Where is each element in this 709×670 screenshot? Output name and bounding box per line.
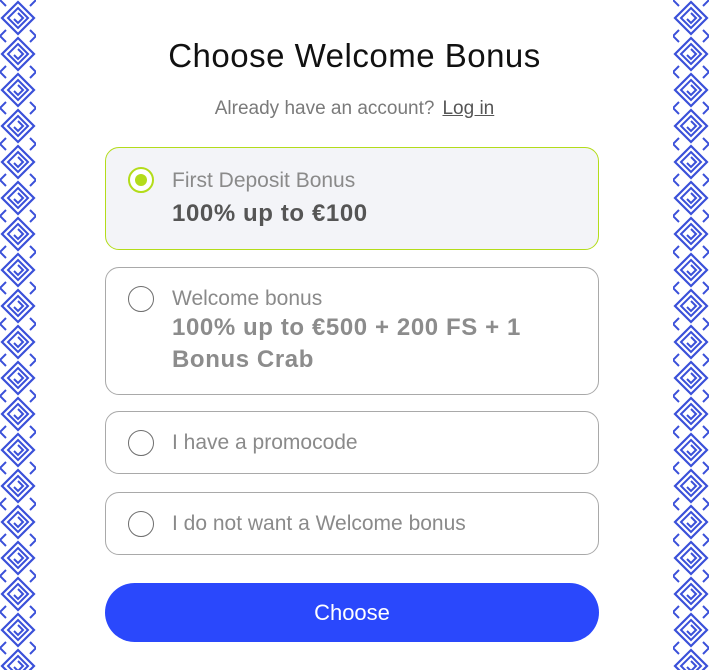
bonus-option-first-deposit[interactable]: First Deposit Bonus 100% up to €100: [105, 147, 599, 250]
radio-dot-icon: [135, 174, 147, 186]
option-label: I do not want a Welcome bonus: [172, 512, 466, 535]
login-prompt-row: Already have an account? Log in: [0, 97, 709, 121]
radio-button-selected[interactable]: [128, 167, 154, 193]
radio-button[interactable]: [128, 511, 154, 537]
radio-button[interactable]: [128, 430, 154, 456]
bonus-option-welcome[interactable]: Welcome bonus 100% up to €500 + 200 FS +…: [105, 267, 599, 395]
bonus-option-promocode[interactable]: I have a promocode: [105, 411, 599, 474]
option-label: First Deposit Bonus: [172, 169, 356, 192]
choose-button[interactable]: Choose: [105, 583, 599, 642]
radio-button[interactable]: [128, 286, 154, 312]
login-link[interactable]: Log in: [442, 98, 494, 119]
option-label: I have a promocode: [172, 431, 358, 454]
option-value: 100% up to €100: [172, 200, 368, 227]
option-label: Welcome bonus: [172, 287, 323, 310]
option-value: 100% up to €500 + 200 FS + 1 Bonus Crab: [172, 314, 521, 373]
page-title: Choose Welcome Bonus: [168, 37, 541, 74]
login-prompt-text: Already have an account?: [214, 98, 435, 119]
bonus-option-no-bonus[interactable]: I do not want a Welcome bonus: [105, 492, 599, 555]
